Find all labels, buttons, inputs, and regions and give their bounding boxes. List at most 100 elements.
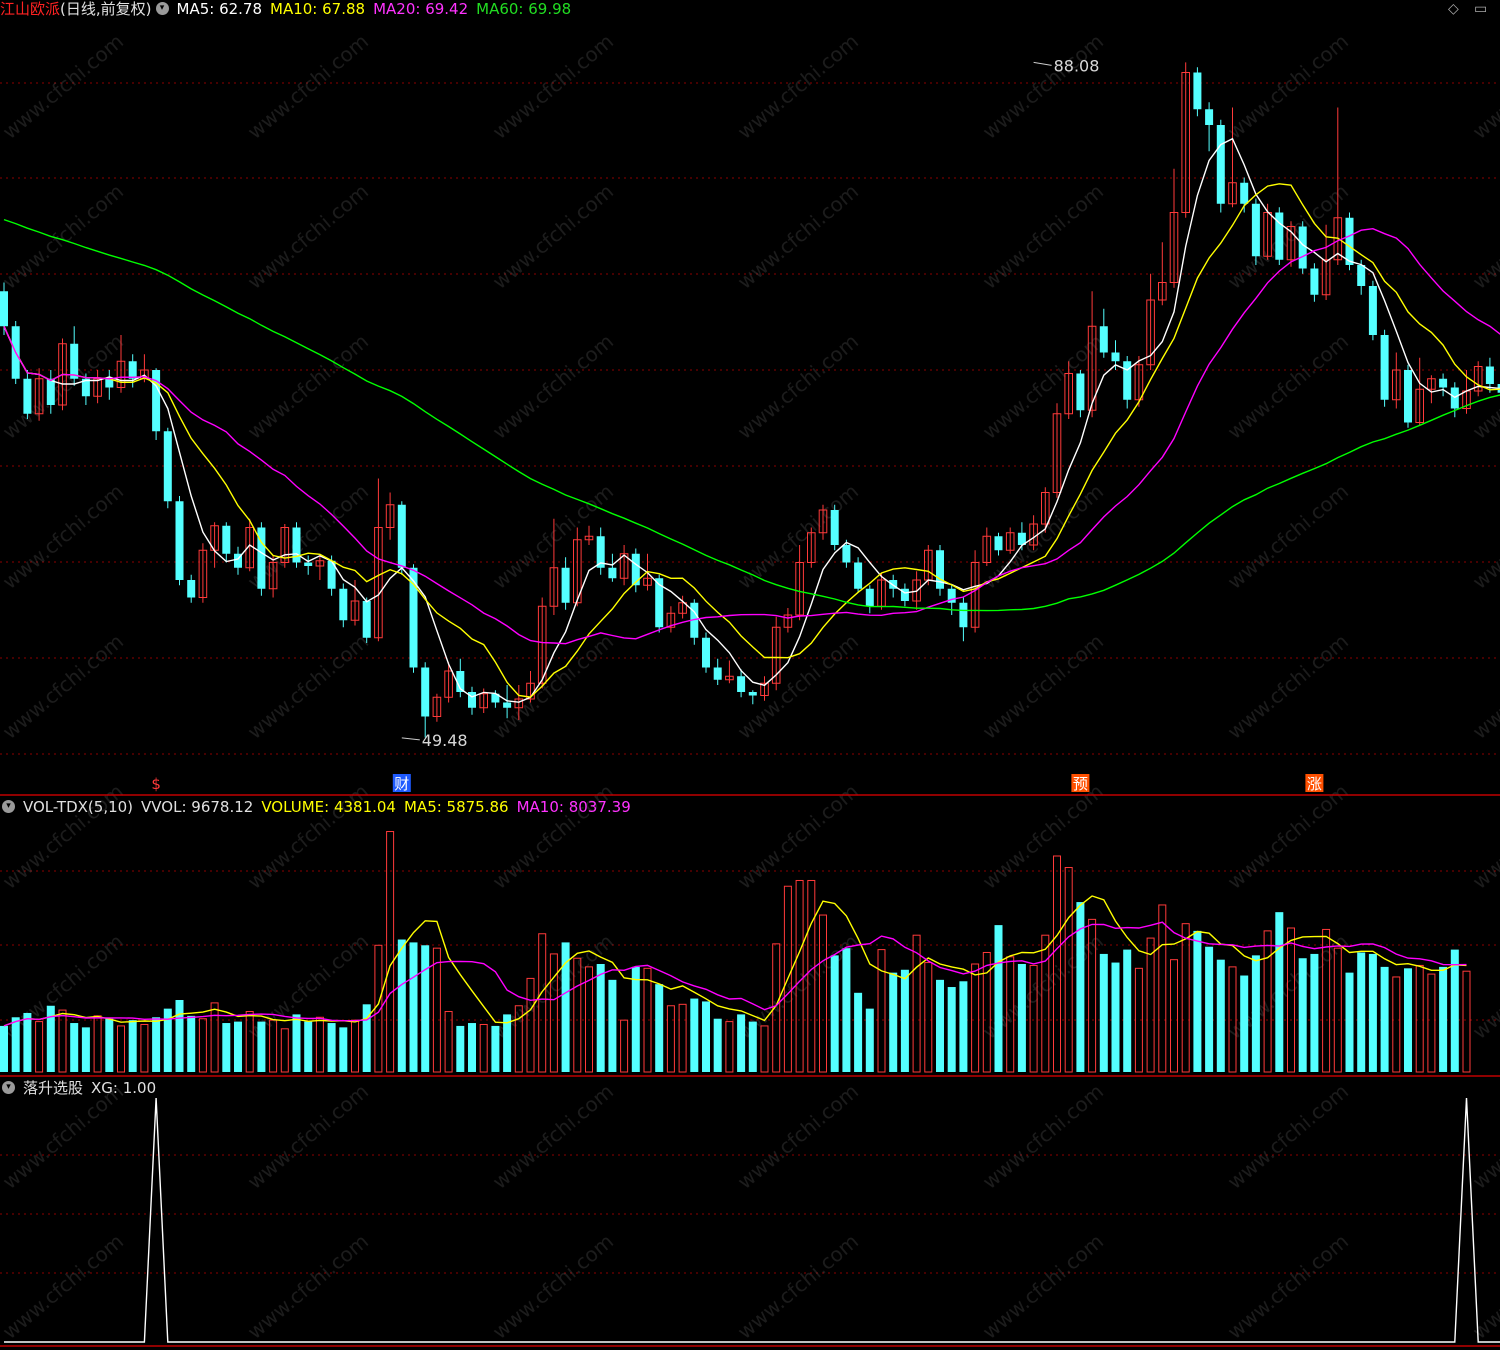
ma20-label: MA20: 69.42 bbox=[373, 0, 469, 18]
volume-bar-down bbox=[152, 1017, 161, 1072]
xg-indicator-name[interactable]: 落升选股 bbox=[23, 1079, 83, 1097]
volume-bar-down bbox=[842, 948, 851, 1072]
volume-bar-down bbox=[737, 1014, 746, 1072]
volume-bar-down bbox=[994, 925, 1003, 1072]
candle-body-down bbox=[222, 525, 231, 554]
volume-bar-down bbox=[702, 1001, 710, 1072]
chevron-down-icon[interactable]: ▾ bbox=[2, 800, 15, 813]
volume-bar-up bbox=[35, 1021, 44, 1073]
volume-bar-down bbox=[1099, 953, 1108, 1072]
watermark-text: www.cfchi.com bbox=[0, 179, 128, 294]
volume-bar-down bbox=[292, 1014, 301, 1072]
vvol-label: VVOL: 9678.12 bbox=[141, 798, 254, 816]
ma10-label: MA10: 67.88 bbox=[270, 0, 366, 18]
annotation-arrow bbox=[1033, 61, 1052, 66]
diamond-icon[interactable]: ◇ bbox=[1448, 0, 1459, 18]
volume-bar-down bbox=[1251, 955, 1260, 1072]
volume-bar-down bbox=[1240, 975, 1249, 1072]
watermark-text: www.cfchi.com bbox=[488, 779, 618, 894]
watermark-text: www.cfchi.com bbox=[488, 1229, 618, 1344]
main-panel-header: 江山欧派(日线,前复权) ▾ MA5: 62.78 MA10: 67.88 MA20: … bbox=[0, 0, 579, 18]
volume-bar-down bbox=[257, 1021, 266, 1072]
candle-body-down bbox=[702, 637, 710, 668]
candle-body-down bbox=[0, 291, 8, 327]
volume-bar-down bbox=[959, 981, 968, 1072]
candle-body-down bbox=[1076, 373, 1085, 411]
watermark: www.cfchi.com www.cfchi.com www.cfchi.com w… bbox=[0, 29, 1500, 1344]
candle-body-down bbox=[163, 431, 172, 502]
watermark-text: www.cfchi.com bbox=[1468, 1079, 1500, 1194]
window-icon[interactable]: ▭ bbox=[1474, 0, 1487, 18]
volume-bar-down bbox=[854, 992, 863, 1072]
kline-chart-canvas[interactable]: www.cfchi.com www.cfchi.com www.cfchi.com w… bbox=[0, 0, 1500, 1350]
event-marker: 财 bbox=[392, 774, 411, 793]
candle-body-down bbox=[1439, 378, 1448, 388]
volume-bar-down bbox=[1017, 964, 1026, 1072]
volume-bar-down bbox=[409, 942, 418, 1072]
volume-bar-up bbox=[1041, 934, 1050, 1073]
annotation-arrow bbox=[401, 737, 420, 741]
candle-body-down bbox=[1205, 109, 1214, 125]
watermark-text: www.cfchi.com bbox=[243, 329, 373, 444]
candle-body-down bbox=[304, 562, 313, 566]
candle-body-down bbox=[1404, 370, 1412, 423]
watermark-text: www.cfchi.com bbox=[0, 1229, 128, 1344]
volume-bar-up bbox=[924, 962, 933, 1073]
volume-bar-down bbox=[1357, 952, 1366, 1072]
volume-bar-down bbox=[1380, 966, 1389, 1072]
chevron-down-icon[interactable]: ▾ bbox=[155, 2, 169, 15]
watermark-text: www.cfchi.com bbox=[1468, 779, 1500, 894]
watermark-text: www.cfchi.com bbox=[1223, 329, 1353, 444]
watermark-text: www.cfchi.com bbox=[1223, 1079, 1353, 1194]
volume-bar-up bbox=[1392, 976, 1401, 1073]
volume-bar-down bbox=[327, 1023, 336, 1072]
event-marker-label: 预 bbox=[1073, 775, 1088, 793]
volume-bar-down bbox=[187, 1015, 196, 1072]
volume-bar-up bbox=[1146, 937, 1155, 1073]
volume-bar-up bbox=[819, 914, 827, 1073]
watermark-text: www.cfchi.com bbox=[1223, 1229, 1353, 1344]
volume-bar-up bbox=[1462, 970, 1471, 1073]
candle-body-down bbox=[748, 692, 757, 696]
watermark-text: www.cfchi.com bbox=[243, 29, 373, 144]
candle-body-down bbox=[561, 567, 570, 603]
volume-bar-up bbox=[620, 1019, 629, 1073]
volume-bar-down bbox=[339, 1027, 348, 1072]
vol-indicator-name[interactable]: VOL-TDX(5,10) bbox=[23, 798, 133, 816]
watermark-text: www.cfchi.com bbox=[1468, 1229, 1500, 1344]
volume-bar-up bbox=[1181, 923, 1190, 1073]
chevron-down-icon[interactable]: ▾ bbox=[2, 1081, 15, 1094]
volume-bar-down bbox=[865, 1008, 874, 1072]
volume-bar-up bbox=[140, 1023, 149, 1073]
candle-body-down bbox=[1368, 286, 1377, 335]
annotation-label: 88.08 bbox=[1054, 56, 1100, 75]
volume-bar-down bbox=[1345, 972, 1354, 1072]
candle-body-down bbox=[608, 567, 617, 579]
stock-name[interactable]: 江山欧派 bbox=[0, 0, 60, 18]
watermark-text: www.cfchi.com bbox=[978, 1079, 1108, 1194]
candle-body-down bbox=[503, 702, 512, 708]
volume-bar-down bbox=[1298, 958, 1307, 1072]
volume-bar-down bbox=[456, 1025, 465, 1072]
volume-bar-down bbox=[936, 979, 944, 1072]
volume-bar-up bbox=[1158, 904, 1167, 1073]
watermark-text: www.cfchi.com bbox=[0, 779, 128, 894]
watermark-text: www.cfchi.com bbox=[978, 779, 1108, 894]
volume-bar-down bbox=[11, 1017, 20, 1072]
watermark-text: www.cfchi.com bbox=[733, 1079, 863, 1194]
watermark-text: www.cfchi.com bbox=[1223, 629, 1353, 744]
candle-body-down bbox=[128, 361, 137, 379]
volume-bar-down bbox=[81, 1027, 90, 1072]
volume-bar-down bbox=[1123, 949, 1132, 1072]
volume-bar-up bbox=[210, 1002, 219, 1073]
xg-panel-header: ▾ 落升选股 XG: 1.00 bbox=[0, 1079, 164, 1097]
volume-bar-up bbox=[117, 1025, 125, 1073]
candle-body-down bbox=[1251, 203, 1260, 257]
volume-bar-up bbox=[1415, 964, 1424, 1073]
watermark-text: www.cfchi.com bbox=[733, 1229, 863, 1344]
watermark-text: www.cfchi.com bbox=[733, 779, 863, 894]
candle-body-down bbox=[409, 567, 418, 668]
watermark-text: www.cfchi.com bbox=[978, 179, 1108, 294]
volume-bar-down bbox=[175, 1000, 184, 1072]
watermark-text: www.cfchi.com bbox=[978, 629, 1108, 744]
